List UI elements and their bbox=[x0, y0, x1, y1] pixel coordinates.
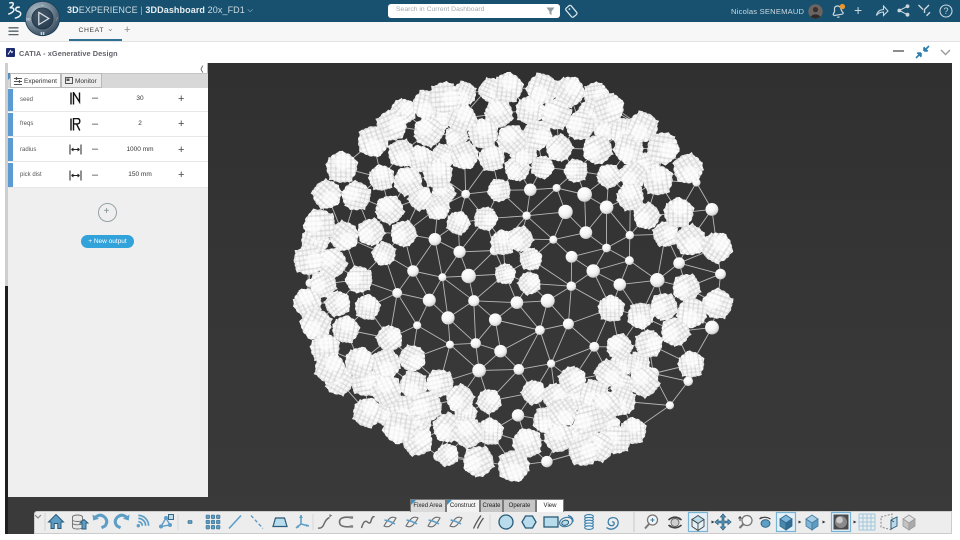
svg-text:3D: 3D bbox=[26, 17, 31, 21]
svg-text:+: + bbox=[41, 3, 44, 8]
svg-text:▮▮: ▮▮ bbox=[40, 30, 45, 35]
